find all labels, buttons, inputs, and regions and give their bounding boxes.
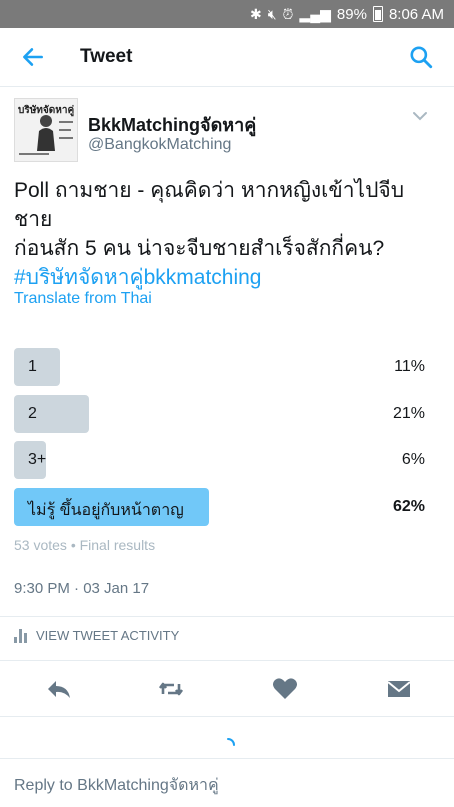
tweet-actions <box>0 672 454 706</box>
poll-option-winner: ไม่รู้ ขึ้นอยู่กับหน้าตาญ 62% <box>14 488 425 526</box>
translate-link[interactable]: Translate from Thai <box>14 290 152 308</box>
divider <box>0 660 454 661</box>
signal-icon: ▂▄▆ <box>299 6 331 22</box>
bar-chart-icon <box>14 628 28 643</box>
poll-bar <box>14 395 89 433</box>
loading-spinner-icon <box>227 738 235 746</box>
divider <box>0 616 454 617</box>
avatar-text-line <box>19 153 49 155</box>
view-tweet-activity-link[interactable]: VIEW TWEET ACTIVITY <box>14 628 179 643</box>
tweet-timestamp: 9:30 PM · 03 Jan 17 <box>14 580 150 597</box>
poll-results-meta: 53 votes • Final results <box>14 537 156 553</box>
status-bar-right: ✱ 🔇︎ ⏰︎ ▂▄▆ 89% 8:06 AM <box>250 5 444 23</box>
poll-option-percent: 6% <box>401 451 425 468</box>
chevron-down-icon[interactable] <box>412 110 428 122</box>
arrow-left-icon[interactable] <box>20 44 46 70</box>
envelope-icon[interactable] <box>384 674 414 704</box>
page-title: Tweet <box>80 46 133 67</box>
poll-option-label: 1 <box>28 358 37 375</box>
mute-icon: 🔇︎ <box>267 6 277 22</box>
alarm-icon: ⏰︎ <box>282 6 294 22</box>
avatar[interactable]: บริษัทจัดหาคู่ <box>14 98 78 162</box>
poll-option: 2 21% <box>14 395 425 433</box>
heart-icon[interactable] <box>270 674 300 704</box>
poll-option-label: ไม่รู้ ขึ้นอยู่กับหน้าตาญ <box>28 502 184 519</box>
view-tweet-activity-label: VIEW TWEET ACTIVITY <box>36 628 180 643</box>
author-name[interactable]: BkkMatchingจัดหาคู่ <box>88 110 256 139</box>
avatar-text-line <box>59 121 73 123</box>
battery-percent: 89% <box>336 5 367 23</box>
avatar-text-line <box>59 137 73 139</box>
tweet-text: Poll ถามชาย - คุณคิดว่า หากหญิงเข้าไปจีบ… <box>14 176 434 292</box>
tweet-text-line: Poll ถามชาย - คุณคิดว่า หากหญิงเข้าไปจีบ… <box>14 179 405 231</box>
poll-option-label: 2 <box>28 405 37 422</box>
reply-input[interactable]: Reply to BkkMatchingจัดหาคู่ <box>14 773 219 798</box>
poll-option-percent: 21% <box>392 405 425 422</box>
reply-icon[interactable] <box>44 674 74 704</box>
author-handle[interactable]: @BangkokMatching <box>88 136 231 154</box>
tweet-text-line: ก่อนสัก 5 คน น่าจะจีบชายสำเร็จสักกี่คน? <box>14 237 385 260</box>
poll-option-percent: 11% <box>394 358 425 375</box>
battery-icon <box>372 6 383 22</box>
retweet-icon[interactable] <box>156 674 186 704</box>
poll-option: 1 11% <box>14 348 425 386</box>
reply-composer[interactable]: Reply to BkkMatchingจัดหาคู่ <box>0 758 454 807</box>
poll-bar <box>14 348 60 386</box>
search-icon[interactable] <box>408 44 434 70</box>
poll-option-percent: 62% <box>392 498 425 515</box>
bluetooth-icon: ✱ <box>249 6 262 22</box>
status-bar: ✱ 🔇︎ ⏰︎ ▂▄▆ 89% 8:06 AM <box>0 0 454 28</box>
avatar-text-line <box>59 129 71 131</box>
top-bar: Tweet <box>0 28 454 87</box>
poll-option-label: 3+ <box>28 451 47 468</box>
poll-option: 3+ 6% <box>14 441 425 479</box>
person-image <box>37 115 55 151</box>
divider <box>0 716 454 717</box>
hashtag-link[interactable]: #บริษัทจัดหาคู่bkkmatching <box>14 263 434 292</box>
status-time: 8:06 AM <box>388 5 444 23</box>
